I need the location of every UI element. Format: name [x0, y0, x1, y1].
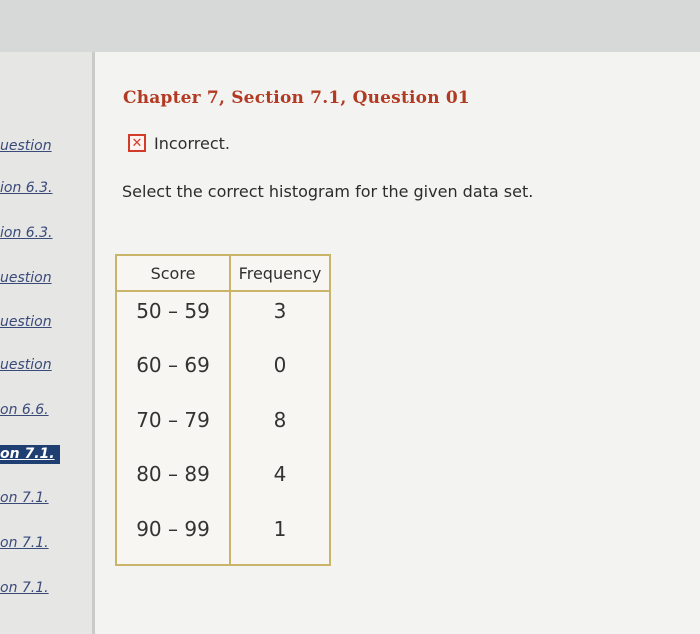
frequency-cell: 1 [273, 516, 287, 541]
sidebar-item-question-10[interactable]: on 7.1. [0, 535, 88, 551]
sidebar-item-question-3[interactable]: ion 6.3. [0, 225, 88, 241]
sidebar-item-question-2[interactable]: ion 6.3. [0, 180, 88, 196]
question-navigation-sidebar: uestion ion 6.3. ion 6.3. uestion uestio… [0, 52, 95, 634]
sidebar-item-question-5[interactable]: uestion [0, 314, 88, 330]
status-feedback: ✕ Incorrect. [128, 132, 230, 154]
question-prompt: Select the correct histogram for the giv… [122, 182, 534, 201]
sidebar-item-question-4[interactable]: uestion [0, 270, 88, 286]
sidebar-item-question-7[interactable]: on 6.6. [0, 402, 88, 418]
score-cell: 50 – 59 [136, 299, 210, 323]
sidebar-item-question-6[interactable]: uestion [0, 357, 88, 373]
column-header-frequency: Frequency [230, 256, 329, 292]
table-row: 50 – 59 3 [117, 291, 329, 347]
frequency-table: Score Frequency 50 – 59 3 60 – 69 0 70 –… [115, 254, 331, 566]
frequency-cell: 4 [273, 462, 287, 487]
sidebar-item-question-1[interactable]: uestion [0, 138, 88, 154]
sidebar-item-question-9[interactable]: on 7.1. [0, 490, 88, 506]
sidebar-item-question-11[interactable]: on 7.1. [0, 580, 88, 596]
sidebar-item-question-8-active[interactable]: on 7.1. [0, 445, 60, 464]
browser-top-bar [0, 0, 700, 53]
column-header-score: Score [117, 256, 231, 292]
table-row: 80 – 89 4 [117, 455, 329, 510]
score-cell: 80 – 89 [136, 462, 210, 487]
frequency-cell: 8 [273, 407, 287, 432]
table-row: 90 – 99 1 [117, 509, 329, 564]
table-row: 70 – 79 8 [117, 400, 329, 456]
incorrect-x-icon: ✕ [128, 134, 146, 152]
status-text: Incorrect. [154, 133, 230, 153]
score-cell: 90 – 99 [136, 516, 210, 541]
frequency-cell: 0 [273, 353, 287, 378]
table-header-row: Score Frequency [117, 256, 329, 292]
score-cell: 60 – 69 [136, 353, 210, 378]
score-cell: 70 – 79 [136, 407, 210, 432]
frequency-cell: 3 [273, 299, 287, 323]
table-row: 60 – 69 0 [117, 346, 329, 401]
page-title: Chapter 7, Section 7.1, Question 01 [123, 88, 470, 108]
